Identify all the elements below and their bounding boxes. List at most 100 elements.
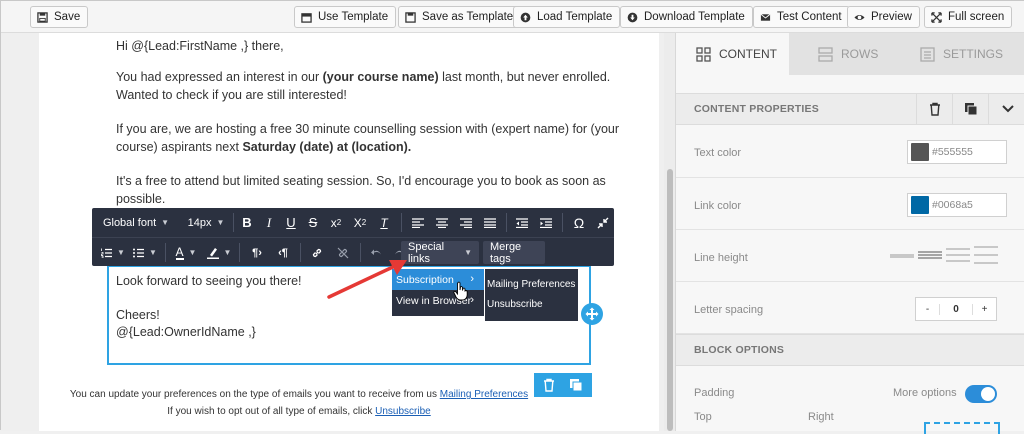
tab-settings[interactable]: SETTINGS xyxy=(920,33,1024,75)
line-height-compact-icon[interactable] xyxy=(890,251,914,261)
panel-tabs: CONTENT ROWS SETTINGS xyxy=(676,33,1024,75)
strikethrough-icon[interactable]: S xyxy=(302,208,324,237)
tab-content-label: CONTENT xyxy=(719,47,777,61)
email-signoff[interactable]: Cheers! xyxy=(116,306,160,324)
letter-spacing-value[interactable]: 0 xyxy=(940,304,972,315)
tab-settings-label: SETTINGS xyxy=(943,47,1004,61)
tab-content[interactable]: CONTENT xyxy=(676,33,789,75)
menu-item-unsubscribe[interactable]: Unsubscribe xyxy=(487,294,543,314)
align-right-icon[interactable] xyxy=(454,208,478,237)
eye-icon xyxy=(854,14,865,20)
padding-right-label: Right xyxy=(808,411,834,423)
text-color-icon[interactable]: A ▼ xyxy=(170,238,202,267)
delete-block-icon[interactable] xyxy=(916,94,952,124)
footer-unsubscribe-line: If you wish to opt out of all type of em… xyxy=(1,406,597,417)
padding-input-highlight[interactable] xyxy=(924,422,1000,434)
chevron-down-icon: ▼ xyxy=(464,248,472,257)
download-template-button[interactable]: Download Template xyxy=(620,6,753,28)
divider xyxy=(239,243,240,262)
line-height-wide-icon[interactable] xyxy=(946,247,970,263)
text-color-value: #555555 xyxy=(932,146,973,158)
email-paragraph-2[interactable]: If you are, we are hosting a free 30 min… xyxy=(116,120,619,156)
properties-panel: CONTENT ROWS SETTINGS CONTENT PROPERTIES… xyxy=(675,33,1024,434)
chevron-right-icon: › xyxy=(470,273,474,285)
chevron-down-icon: ▼ xyxy=(149,248,157,257)
more-options-label: More options xyxy=(893,387,957,399)
email-greeting[interactable]: Hi @{Lead:FirstName ,} there, xyxy=(116,37,284,55)
save-as-template-button[interactable]: Save as Template xyxy=(398,6,522,28)
test-content-label: Test Content xyxy=(777,11,842,23)
move-handle[interactable] xyxy=(581,303,603,325)
preview-button[interactable]: Preview xyxy=(847,6,920,28)
font-size-select[interactable]: 14px ▼ xyxy=(180,208,232,237)
trash-icon[interactable] xyxy=(543,378,555,392)
use-template-button[interactable]: Use Template xyxy=(294,6,397,28)
italic-icon[interactable]: I xyxy=(258,208,280,237)
letter-spacing-increment[interactable]: + xyxy=(972,303,996,315)
align-center-icon[interactable] xyxy=(430,208,454,237)
indent-icon[interactable] xyxy=(534,208,558,237)
clear-format-icon[interactable]: T xyxy=(372,208,396,237)
p2-text-b: course) aspirants next xyxy=(116,140,243,154)
special-links-label: Special links xyxy=(408,240,445,265)
ordered-list-icon[interactable]: ▼ xyxy=(98,238,128,267)
link-color-picker[interactable]: #0068a5 xyxy=(907,193,1007,217)
block-options-header: BLOCK OPTIONS xyxy=(676,334,1024,366)
collapse-icon[interactable] xyxy=(592,208,614,237)
load-template-button[interactable]: Load Template xyxy=(513,6,621,28)
underline-icon[interactable]: U xyxy=(280,208,302,237)
ltr-icon[interactable]: ¶› xyxy=(244,238,270,267)
duplicate-icon[interactable] xyxy=(569,378,583,392)
p1-text-d: Wanted to check if you are still interes… xyxy=(116,88,347,102)
rtl-icon[interactable]: ‹¶ xyxy=(270,238,296,267)
letter-spacing-decrement[interactable]: - xyxy=(916,303,940,315)
subscription-submenu: Mailing Preferences Unsubscribe xyxy=(485,269,578,321)
duplicate-block-icon[interactable] xyxy=(952,94,988,124)
expand-icon xyxy=(931,11,942,23)
top-toolbar: Save Use Template Save as Template Load … xyxy=(1,1,1024,33)
text-color-picker[interactable]: #555555 xyxy=(907,140,1007,164)
test-content-button[interactable]: Test Content xyxy=(753,6,850,28)
letter-spacing-row: Letter spacing - 0 + xyxy=(676,282,1024,334)
save-icon xyxy=(37,11,48,23)
chevron-down-icon: ▼ xyxy=(188,248,197,257)
tab-rows[interactable]: ROWS xyxy=(818,33,908,75)
text-color-swatch[interactable] xyxy=(911,143,929,161)
bold-icon[interactable]: B xyxy=(236,208,258,237)
merge-tags-dropdown[interactable]: Merge tags xyxy=(483,241,545,265)
line-height-widest-icon[interactable] xyxy=(974,245,998,265)
font-family-select[interactable]: Global font ▼ xyxy=(92,208,180,237)
canvas-scrollbar-thumb[interactable] xyxy=(667,169,673,431)
full-screen-label: Full screen xyxy=(948,11,1005,23)
special-character-icon[interactable]: Ω xyxy=(566,208,592,237)
email-closing[interactable]: Look forward to seeing you there! xyxy=(116,272,302,290)
bullet-list-icon[interactable]: ▼ xyxy=(130,238,160,267)
collapse-section-icon[interactable] xyxy=(988,94,1024,124)
footer-preferences-line: You can update your preferences on the t… xyxy=(1,389,597,400)
footer-line-2-text: If you wish to opt out of all type of em… xyxy=(167,406,376,417)
link-color-label: Link color xyxy=(694,200,742,212)
menu-item-mailing-preferences[interactable]: Mailing Preferences xyxy=(487,274,575,294)
save-button[interactable]: Save xyxy=(30,6,89,28)
line-height-normal-icon[interactable] xyxy=(918,249,942,261)
mailing-preferences-link[interactable]: Mailing Preferences xyxy=(440,389,528,400)
link-color-value: #0068a5 xyxy=(932,199,973,211)
content-properties-header: CONTENT PROPERTIES xyxy=(676,93,1024,125)
superscript-icon[interactable]: x2 xyxy=(324,208,348,237)
p2-text-a: If you are, we are hosting a free 30 min… xyxy=(116,122,620,136)
email-paragraph-3[interactable]: It's a free to attend but limited seatin… xyxy=(116,172,606,208)
subscript-icon[interactable]: X2 xyxy=(348,208,372,237)
align-left-icon[interactable] xyxy=(406,208,430,237)
full-screen-button[interactable]: Full screen xyxy=(924,6,1013,28)
outdent-icon[interactable] xyxy=(510,208,534,237)
link-color-swatch[interactable] xyxy=(911,196,929,214)
unsubscribe-link[interactable]: Unsubscribe xyxy=(375,406,431,417)
highlight-icon[interactable]: ▼ xyxy=(202,238,236,267)
email-owner-tag[interactable]: @{Lead:OwnerIdName ,} xyxy=(116,323,256,341)
align-justify-icon[interactable] xyxy=(478,208,502,237)
email-paragraph-1[interactable]: You had expressed an interest in our (yo… xyxy=(116,68,610,104)
chevron-down-icon: ▼ xyxy=(161,218,170,227)
more-options-toggle[interactable] xyxy=(965,385,997,403)
chevron-down-icon: ▼ xyxy=(117,248,125,257)
chevron-down-icon: ▼ xyxy=(223,248,232,257)
